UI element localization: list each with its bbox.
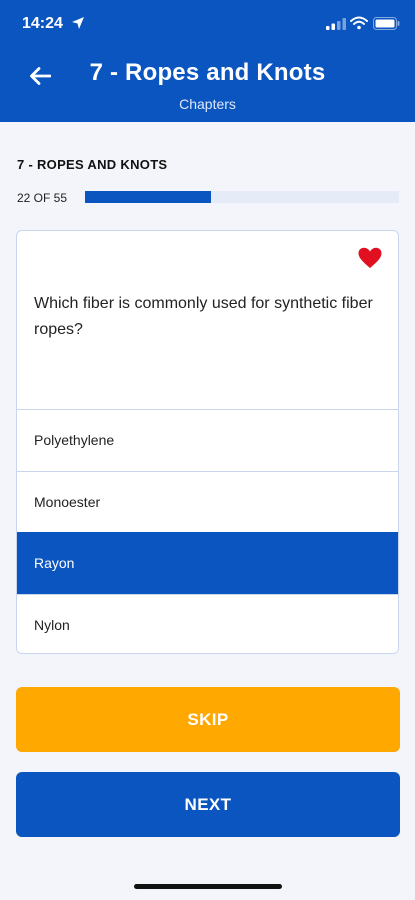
progress-text: 22 OF 55 xyxy=(17,191,68,205)
signal-icon xyxy=(326,18,346,30)
status-time: 14:24 xyxy=(22,15,63,32)
answer-option[interactable]: Rayon xyxy=(17,532,398,594)
page-title: 7 - Ropes and Knots xyxy=(89,59,326,86)
skip-button[interactable]: SKIP xyxy=(16,687,400,752)
answer-option[interactable]: Nylon xyxy=(17,593,398,653)
next-button[interactable]: NEXT xyxy=(16,772,400,837)
answer-list: Polyethylene Monoester Rayon Nylon xyxy=(17,409,398,653)
chapter-label: 7 - ROPES AND KNOTS xyxy=(17,157,168,172)
question-card: Which fiber is commonly used for synthet… xyxy=(16,230,399,654)
page-subtitle: Chapters xyxy=(179,96,236,112)
home-indicator xyxy=(134,884,282,889)
battery-icon xyxy=(373,17,400,30)
answer-option[interactable]: Monoester xyxy=(17,470,398,532)
answer-option[interactable]: Polyethylene xyxy=(17,409,398,471)
question-text: Which fiber is commonly used for synthet… xyxy=(34,295,373,338)
location-arrow-icon xyxy=(72,17,84,29)
progress-fill xyxy=(85,191,211,203)
status-bar: 14:24 xyxy=(0,0,415,46)
header: 14:24 7 - Ropes and Knots Chapters xyxy=(0,0,415,122)
wifi-icon xyxy=(350,16,368,30)
heart-icon[interactable] xyxy=(358,247,382,269)
progress-bar xyxy=(85,191,399,203)
